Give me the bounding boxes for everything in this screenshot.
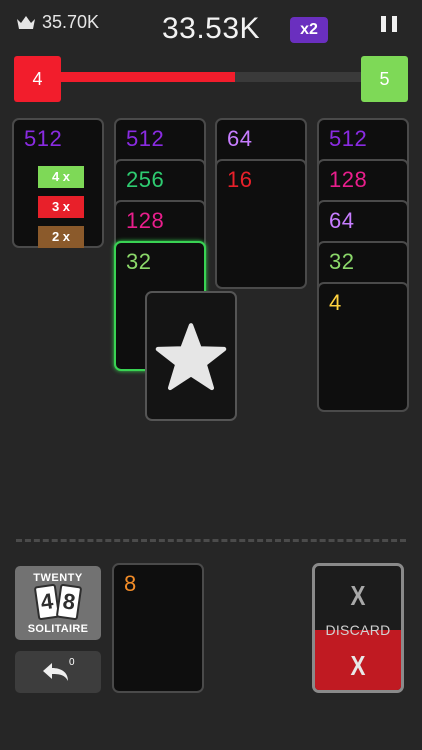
- card-value: 128: [126, 208, 165, 233]
- level-progress-bar: [60, 72, 362, 82]
- undo-count: 0: [69, 657, 75, 668]
- next-card-value: 8: [124, 571, 137, 596]
- logo-bottom-text: SOLITAIRE: [27, 623, 89, 635]
- game-logo: TWENTY 4 8 SOLITAIRE: [15, 566, 101, 640]
- undo-button[interactable]: 0: [15, 651, 101, 693]
- current-score: 33.53K: [161, 12, 261, 45]
- card-value: 32: [126, 249, 152, 274]
- card-value: 512: [329, 126, 368, 151]
- card-value: 64: [227, 126, 253, 151]
- streak-hint-4x: 4 x: [38, 166, 84, 188]
- score-multiplier-badge: x2: [290, 17, 328, 43]
- card-value: 64: [329, 208, 355, 233]
- card-value: 4: [329, 290, 342, 315]
- next-card[interactable]: 8: [112, 563, 204, 693]
- logo-top-text: TWENTY: [33, 572, 83, 584]
- discard-mark-bottom: X: [350, 650, 366, 681]
- card-value: 32: [329, 249, 355, 274]
- star-icon: [155, 323, 227, 391]
- discard-mark-top: X: [350, 580, 366, 611]
- pause-icon: [381, 16, 386, 32]
- card-value: 512: [126, 126, 165, 151]
- logo-card-8: 8: [55, 583, 83, 621]
- column-4-card-5[interactable]: 4: [317, 282, 409, 412]
- play-area-divider: [16, 539, 406, 542]
- pause-button[interactable]: [381, 16, 399, 32]
- next-level: 5: [361, 56, 408, 102]
- streak-hint-2x: 2 x: [38, 226, 84, 248]
- card-value: 512: [24, 126, 63, 151]
- discard-label: DISCARD: [325, 622, 391, 638]
- card-value: 256: [126, 167, 165, 192]
- level-progress-fill: [60, 72, 236, 82]
- card-value: 16: [227, 167, 253, 192]
- card-value: 128: [329, 167, 368, 192]
- undo-arrow-icon: [43, 663, 68, 681]
- streak-hint-3x: 3 x: [38, 196, 84, 218]
- held-star-card[interactable]: [145, 291, 237, 421]
- discard-pile[interactable]: X DISCARD X: [312, 563, 404, 693]
- current-level: 4: [14, 56, 61, 102]
- column-3-card-2[interactable]: 16: [215, 159, 307, 289]
